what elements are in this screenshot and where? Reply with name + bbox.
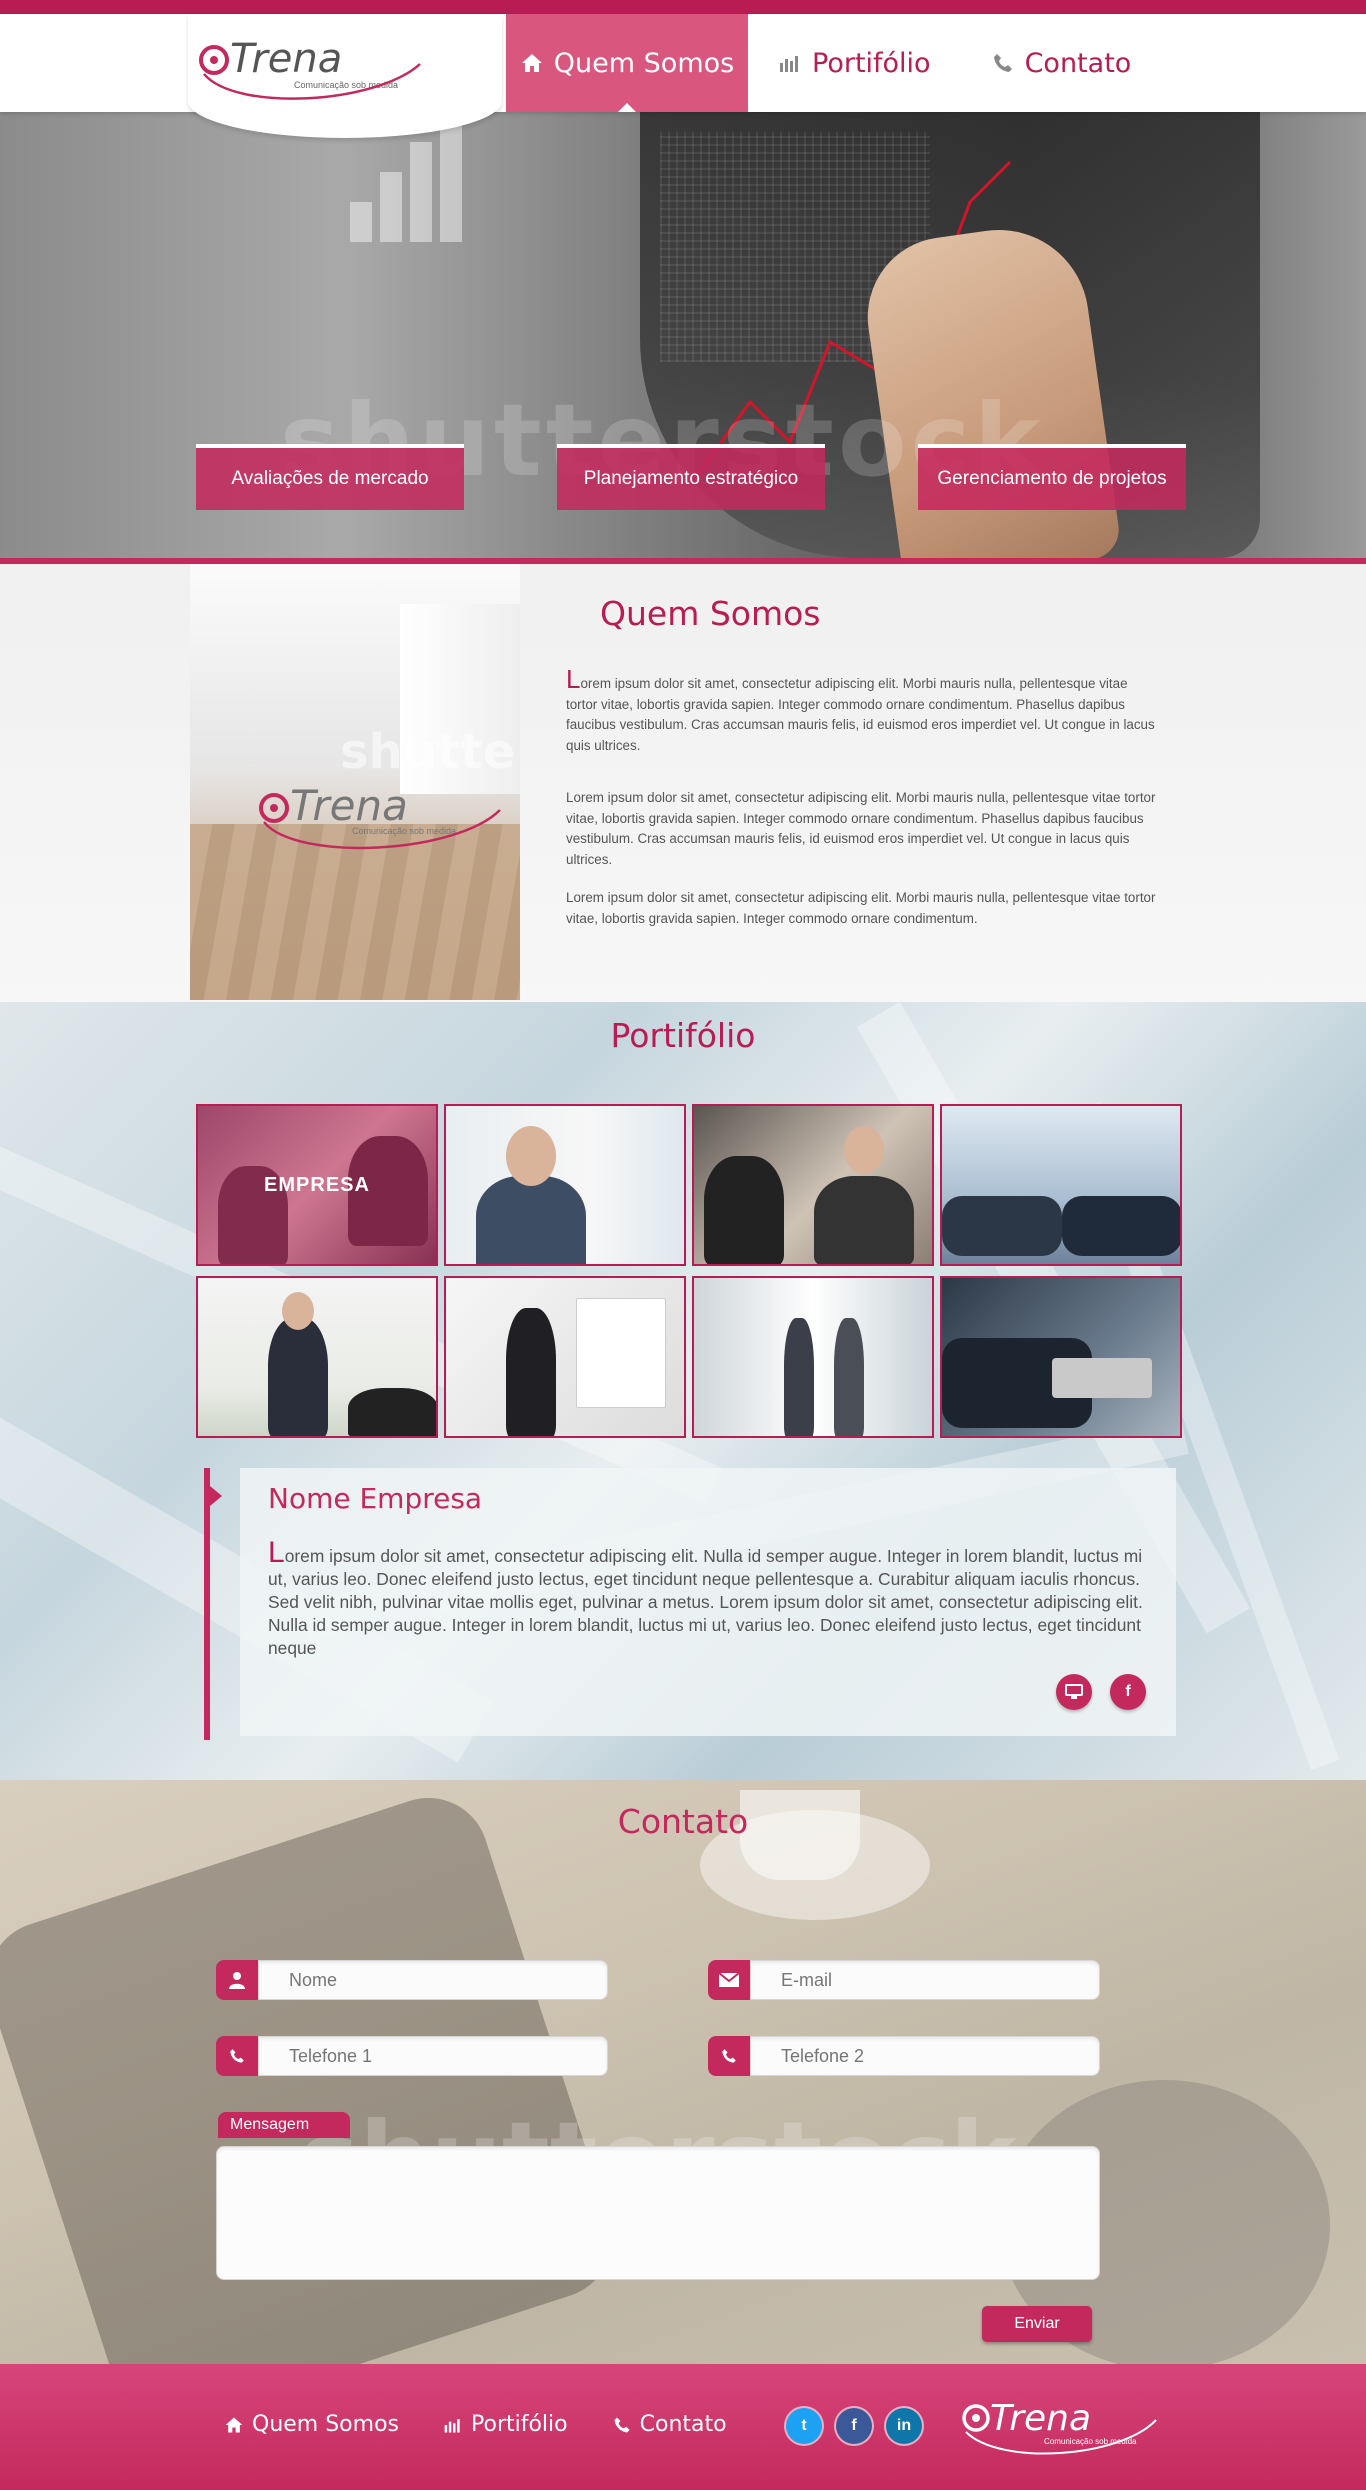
hero-tab-market[interactable]: Avaliações de mercado bbox=[196, 444, 464, 510]
dropcap: L bbox=[268, 1536, 285, 1569]
nav-item-quem-somos[interactable]: Quem Somos bbox=[506, 14, 748, 112]
portfolio-tile[interactable] bbox=[940, 1276, 1182, 1438]
portfolio-tile[interactable]: EMPRESA bbox=[196, 1104, 438, 1266]
company-title: Nome Empresa bbox=[268, 1482, 483, 1515]
portfolio-grid: EMPRESA bbox=[196, 1104, 1182, 1438]
portfolio-tile[interactable] bbox=[940, 1104, 1182, 1266]
about-paragraph-3: Lorem ipsum dolor sit amet, consectetur … bbox=[566, 890, 1156, 926]
svg-text:Trena: Trena bbox=[990, 2398, 1091, 2439]
portfolio-tile[interactable] bbox=[692, 1276, 934, 1438]
logo-container[interactable]: Trena Comunicação sob medida bbox=[188, 14, 502, 138]
portfolio-tile[interactable] bbox=[692, 1104, 934, 1266]
company-detail: Nome Empresa Lorem ipsum dolor sit amet,… bbox=[204, 1468, 1176, 1740]
about-section: shutte Trena Comunicação sob medida Quem… bbox=[0, 564, 1366, 1002]
portfolio-section: Portifólio EMPRESA Nome Empresa Lorem ip… bbox=[0, 1002, 1366, 1780]
footer-nav-quem-somos[interactable]: Quem Somos bbox=[224, 2412, 399, 2437]
svg-text:Comunicação sob medida: Comunicação sob medida bbox=[352, 826, 456, 836]
email-input[interactable] bbox=[750, 1960, 1100, 2000]
phone-icon bbox=[614, 2417, 630, 2432]
nav-item-portifolio[interactable]: Portifólio bbox=[748, 14, 961, 112]
nav-item-contato[interactable]: Contato bbox=[961, 14, 1162, 112]
phone-icon bbox=[216, 2036, 258, 2076]
bar-chart-icon bbox=[780, 56, 798, 72]
about-title: Quem Somos bbox=[600, 594, 821, 633]
trena-logo-overlay: Trena Comunicação sob medida bbox=[259, 781, 501, 850]
office-photo: shutte Trena Comunicação sob medida bbox=[190, 564, 520, 1000]
photo-watermark: shutte bbox=[340, 724, 516, 780]
footer-nav-portifolio[interactable]: Portifólio bbox=[443, 2412, 568, 2437]
footer-nav: Quem Somos Portifólio Contato bbox=[224, 2412, 727, 2437]
phone-icon bbox=[708, 2036, 750, 2076]
message-label: Mensagem bbox=[218, 2112, 350, 2138]
hero-tab-planning[interactable]: Planejamento estratégico bbox=[557, 444, 825, 510]
footer-nav-label: Quem Somos bbox=[252, 2412, 399, 2437]
tile-overlay-label: EMPRESA bbox=[198, 1106, 436, 1264]
svg-text:Comunicação sob medida: Comunicação sob medida bbox=[1044, 2437, 1137, 2446]
nav-label: Quem Somos bbox=[553, 47, 735, 79]
message-textarea[interactable] bbox=[216, 2146, 1100, 2280]
portfolio-title: Portifólio bbox=[610, 1016, 756, 1055]
facebook-icon[interactable]: f bbox=[836, 2408, 872, 2444]
user-icon bbox=[216, 1960, 258, 2000]
contact-title: Contato bbox=[617, 1802, 749, 1841]
linkedin-icon[interactable]: in bbox=[886, 2408, 922, 2444]
footer-nav-contato[interactable]: Contato bbox=[612, 2412, 727, 2437]
top-accent-bar bbox=[0, 0, 1366, 14]
social-links: t f in bbox=[786, 2408, 922, 2444]
company-card: Nome Empresa Lorem ipsum dolor sit amet,… bbox=[240, 1468, 1176, 1736]
logo-wordmark: Trena bbox=[230, 36, 342, 82]
hero-service-tabs: Avaliações de mercado Planejamento estra… bbox=[196, 444, 1186, 510]
email-field bbox=[708, 1960, 1100, 2000]
footer-nav-label: Portifólio bbox=[471, 2412, 568, 2437]
monitor-icon[interactable] bbox=[1056, 1674, 1092, 1710]
phone1-field bbox=[216, 2036, 608, 2076]
footer-nav-label: Contato bbox=[639, 2412, 727, 2437]
home-icon bbox=[521, 54, 542, 72]
facebook-icon[interactable]: f bbox=[1110, 1674, 1146, 1710]
envelope-icon bbox=[708, 1960, 750, 2000]
contact-section: shutterstock Contato Mensagem Enviar bbox=[0, 1780, 1366, 2364]
trena-logo[interactable]: Trena Comunicação sob medida bbox=[196, 34, 426, 104]
bar-chart-icon bbox=[444, 2418, 460, 2432]
main-nav: Quem Somos Portifólio Contato bbox=[506, 14, 1161, 112]
send-button[interactable]: Enviar bbox=[982, 2306, 1092, 2342]
about-paragraph-2: Lorem ipsum dolor sit amet, consectetur … bbox=[566, 790, 1156, 867]
phone-icon bbox=[993, 54, 1012, 72]
portfolio-tile[interactable] bbox=[444, 1104, 686, 1266]
twitter-icon[interactable]: t bbox=[786, 2408, 822, 2444]
phone1-input[interactable] bbox=[258, 2036, 608, 2076]
footer-logo[interactable]: Trena Comunicação sob medida bbox=[960, 2392, 1160, 2462]
portfolio-tile[interactable] bbox=[444, 1276, 686, 1438]
company-description: Lorem ipsum dolor sit amet, consectetur … bbox=[268, 1536, 1143, 1659]
hero-tab-projects[interactable]: Gerenciamento de projetos bbox=[918, 444, 1186, 510]
home-icon bbox=[225, 2417, 243, 2432]
footer: Quem Somos Portifólio Contato t f in Tre… bbox=[0, 2364, 1366, 2490]
name-field bbox=[216, 1960, 608, 2000]
svg-text:Trena: Trena bbox=[290, 781, 408, 830]
nav-label: Portifólio bbox=[812, 47, 931, 79]
portfolio-tile[interactable] bbox=[196, 1276, 438, 1438]
name-input[interactable] bbox=[258, 1960, 608, 2000]
company-accent-arrow bbox=[210, 1486, 222, 1506]
company-links: f bbox=[1056, 1674, 1146, 1710]
phone2-field bbox=[708, 2036, 1100, 2076]
phone2-input[interactable] bbox=[750, 2036, 1100, 2076]
about-paragraph-1: Lorem ipsum dolor sit amet, consectetur … bbox=[566, 664, 1155, 753]
nav-label: Contato bbox=[1024, 47, 1132, 79]
dropcap: L bbox=[566, 664, 581, 694]
company-accent-bar bbox=[204, 1468, 210, 1740]
